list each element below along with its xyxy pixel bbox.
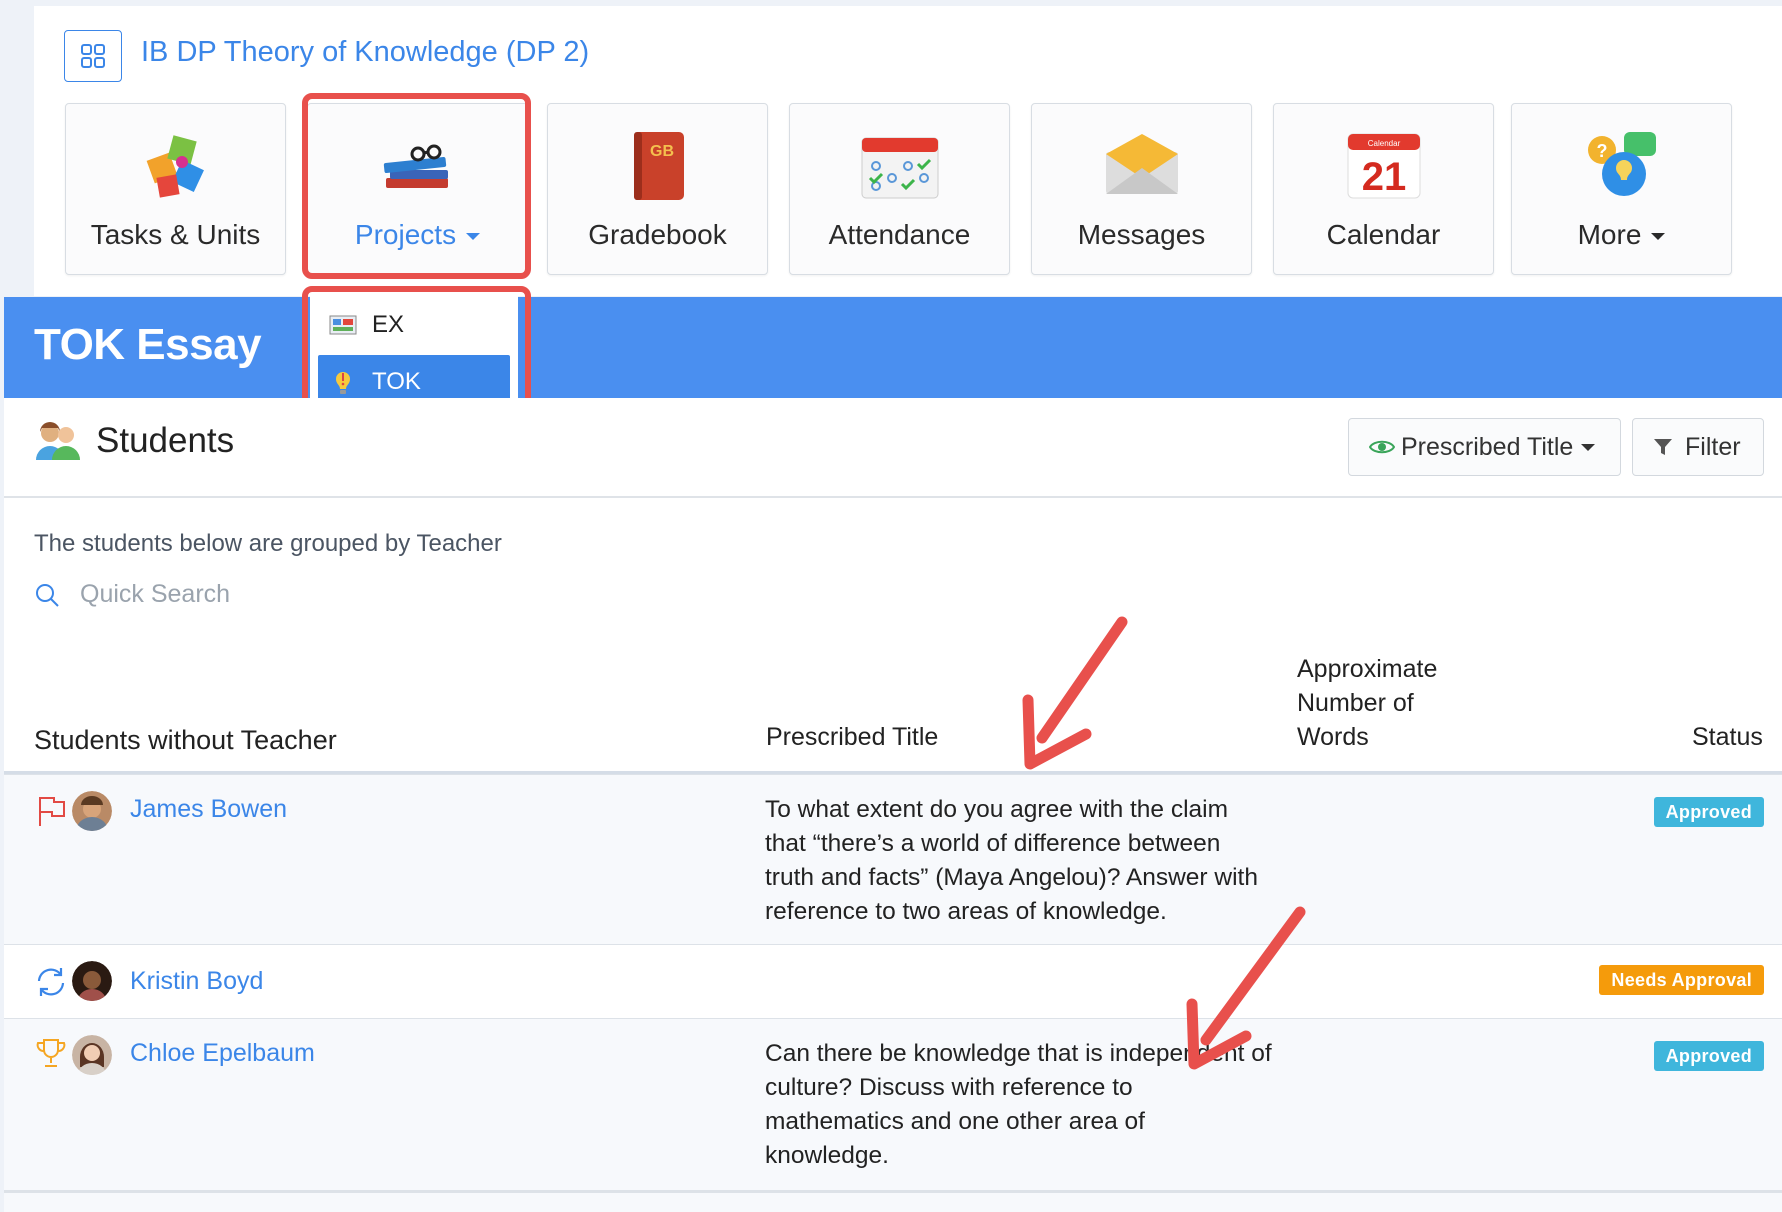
nav-label: Messages [1077,219,1206,250]
student-name-link[interactable]: Chloe Epelbaum [130,1039,315,1068]
calendar-day-label: 21 [1361,155,1406,199]
students-icon [36,422,80,460]
gradebook-icon: GB [618,126,698,206]
avatar [72,1035,112,1075]
eye-icon [1369,440,1395,454]
header-status[interactable]: Status [1692,720,1763,754]
caret-down-icon [1651,233,1666,241]
header-prescribed-title[interactable]: Prescribed Title [766,720,938,754]
nav-tasks-units[interactable]: Tasks & Units [65,103,286,275]
table-row [4,1190,1782,1212]
page-banner [4,297,1782,398]
status-badge: Approved [1653,797,1764,827]
status-badge: Approved [1653,1041,1764,1071]
nav-label: Attendance [828,219,971,250]
envelope-icon [1102,126,1182,206]
search-icon [36,583,59,607]
table-row[interactable]: Kristin Boyd Needs Approval [4,944,1782,1018]
avatar [72,961,112,1001]
filter-icon [1654,439,1672,455]
header-text: Words [1297,723,1369,751]
grouped-note: The students below are grouped by Teache… [34,530,502,557]
student-name-link[interactable]: James Bowen [130,795,287,824]
group-label: Students without Teacher [34,725,337,755]
nav-calendar[interactable]: Calendar 21 Calendar [1273,103,1494,275]
page-title: TOK Essay [34,320,262,369]
nav-label: More [1512,219,1731,251]
avatar [72,791,112,831]
sync-icon[interactable] [34,965,68,999]
course-title[interactable]: IB DP Theory of Knowledge (DP 2) [141,36,589,69]
prescribed-title-button[interactable]: Prescribed Title [1348,418,1621,476]
calendar-icon: Calendar 21 [1344,126,1424,206]
table-row[interactable]: Chloe Epelbaum Can there be knowledge th… [4,1018,1782,1190]
flag-icon[interactable] [34,794,68,828]
student-name-link[interactable]: Kristin Boyd [130,967,263,996]
calendar-month-label: Calendar [1367,139,1400,148]
header-text: Number of [1297,689,1414,717]
students-header: Students [34,420,234,462]
header-text: Approximate [1297,655,1438,683]
header-approx-words[interactable]: Approximate Number of Words [1297,652,1437,754]
svg-text:GB: GB [650,143,674,160]
nav-messages[interactable]: Messages [1031,103,1252,275]
quick-search [34,580,380,609]
nav-gradebook[interactable]: GB Gradebook [547,103,768,275]
nav-label: Tasks & Units [90,219,261,250]
caret-down-icon [1581,443,1596,451]
nav-more[interactable]: ? More [1511,103,1732,275]
nav-label: Calendar [1326,219,1441,250]
projects-highlight [302,93,531,279]
status-badge: Needs Approval [1599,965,1764,995]
puzzle-icon [136,126,216,206]
nav-attendance[interactable]: Attendance [789,103,1010,275]
button-label: Prescribed Title [1401,432,1574,461]
table-row[interactable]: James Bowen To what extent do you agree … [4,774,1782,944]
prescribed-title-text: To what extent do you agree with the cla… [765,796,1258,925]
trophy-icon[interactable] [34,1036,68,1070]
search-input[interactable] [80,580,380,609]
nav-label: Gradebook [588,219,727,250]
grid-icon[interactable] [64,30,122,82]
help-chat-icon: ? [1582,126,1662,206]
filter-button[interactable]: Filter [1632,418,1764,476]
attendance-calendar-icon [860,126,940,206]
section-title: Students [96,421,235,460]
svg-text:?: ? [1596,141,1607,161]
prescribed-title-text: Can there be knowledge that is independe… [765,1040,1272,1169]
button-label: Filter [1685,432,1741,461]
section-divider [4,496,1782,498]
